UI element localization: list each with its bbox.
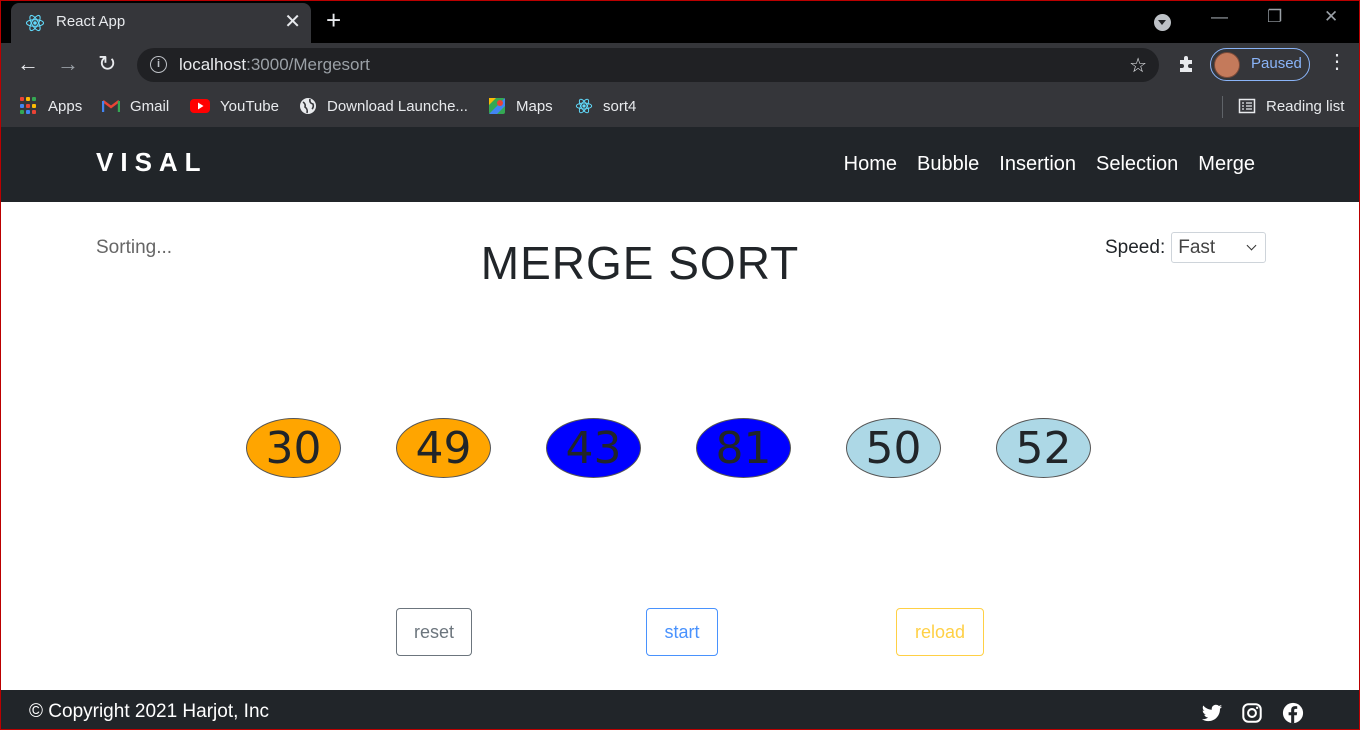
new-tab-icon[interactable]: + (326, 5, 341, 35)
footer: © Copyright 2021 Harjot, Inc (0, 690, 1360, 730)
address-bar[interactable]: i localhost:3000/Mergesort ☆ (137, 48, 1159, 82)
bookmark-label: Maps (516, 97, 553, 115)
nav-links: Home Bubble Insertion Selection Merge (844, 153, 1255, 176)
site-info-icon[interactable]: i (150, 56, 167, 73)
app-navbar: VISAL Home Bubble Insertion Selection Me… (0, 127, 1360, 202)
array-node: 30 (246, 418, 341, 478)
tab-search-icon[interactable] (1154, 14, 1171, 31)
page-title: MERGE SORT (480, 237, 800, 289)
close-window-icon[interactable]: ✕ (1324, 7, 1338, 27)
brand-logo[interactable]: VISAL (96, 147, 208, 178)
reset-button[interactable]: reset (396, 608, 472, 656)
nav-link-bubble[interactable]: Bubble (917, 153, 979, 176)
bookmark-label: sort4 (603, 97, 637, 115)
bookmark-apps[interactable]: Apps (20, 97, 82, 115)
bookmark-sort4[interactable]: sort4 (575, 97, 636, 115)
instagram-icon[interactable] (1241, 702, 1263, 724)
bookmark-star-icon[interactable]: ☆ (1129, 53, 1147, 78)
youtube-icon (190, 99, 210, 113)
restore-icon[interactable]: ❐ (1267, 7, 1282, 27)
back-icon[interactable]: ← (17, 51, 39, 77)
speed-value: Fast (1178, 237, 1216, 258)
twitter-icon[interactable] (1201, 702, 1223, 724)
browser-menu-icon[interactable]: ⋮ (1327, 52, 1347, 72)
bookmark-label: Apps (48, 97, 83, 115)
bookmark-gmail[interactable]: Gmail (102, 97, 169, 115)
browser-tab[interactable]: React App ✕ (11, 3, 311, 44)
tab-title: React App (56, 13, 126, 30)
start-button[interactable]: start (646, 608, 718, 656)
bookmark-label: Gmail (130, 97, 170, 115)
forward-icon[interactable]: → (57, 51, 79, 77)
globe-icon (300, 98, 316, 114)
divider (1222, 96, 1223, 118)
extensions-puzzle-icon[interactable] (1177, 53, 1197, 73)
close-tab-icon[interactable]: ✕ (284, 9, 301, 34)
gmail-icon (102, 100, 120, 112)
array-node: 81 (696, 418, 791, 478)
react-icon (575, 98, 593, 114)
browser-toolbar: ← → ↻ i localhost:3000/Mergesort ☆ Pause… (0, 43, 1360, 87)
nav-link-insertion[interactable]: Insertion (999, 153, 1076, 176)
array-node: 50 (846, 418, 941, 478)
profile-button[interactable]: Paused (1210, 48, 1310, 81)
reload-button[interactable]: reload (896, 608, 984, 656)
nav-link-home[interactable]: Home (844, 153, 897, 176)
speed-control: Speed: Fast (1105, 232, 1267, 263)
bookmark-label: Download Launche... (327, 97, 468, 115)
reading-list-label: Reading list (1266, 97, 1345, 115)
minimize-icon[interactable]: — (1211, 7, 1228, 27)
speed-label: Speed: (1105, 236, 1166, 258)
bookmark-youtube[interactable]: YouTube (190, 97, 279, 115)
bookmark-label: YouTube (220, 97, 279, 115)
speed-select[interactable]: Fast (1171, 232, 1267, 263)
react-icon (25, 14, 45, 32)
array-node: 52 (996, 418, 1091, 478)
maps-icon (489, 98, 505, 114)
profile-status: Paused (1251, 55, 1302, 72)
avatar (1214, 52, 1240, 78)
reading-list-icon (1238, 98, 1256, 114)
bookmark-maps[interactable]: Maps (488, 97, 553, 115)
copyright-text: © Copyright 2021 Harjot, Inc (29, 701, 270, 722)
bookmark-download-launcher[interactable]: Download Launche... (299, 97, 468, 115)
array-nodes: 30 49 43 81 50 52 (1, 418, 1360, 478)
browser-titlebar: React App ✕ + — ❐ ✕ (0, 0, 1360, 44)
nav-link-merge[interactable]: Merge (1198, 153, 1255, 176)
url-text[interactable]: localhost:3000/Mergesort (179, 55, 370, 75)
apps-grid-icon (20, 97, 38, 115)
main-content: Sorting... MERGE SORT Speed: Fast 30 49 … (0, 202, 1360, 690)
reading-list-button[interactable]: Reading list (1238, 97, 1344, 115)
array-node: 49 (396, 418, 491, 478)
array-node: 43 (546, 418, 641, 478)
reload-icon[interactable]: ↻ (98, 51, 116, 77)
bookmarks-bar: Apps Gmail YouTube Download Launche... M… (0, 87, 1360, 127)
nav-link-selection[interactable]: Selection (1096, 153, 1178, 176)
facebook-icon[interactable] (1282, 702, 1304, 724)
